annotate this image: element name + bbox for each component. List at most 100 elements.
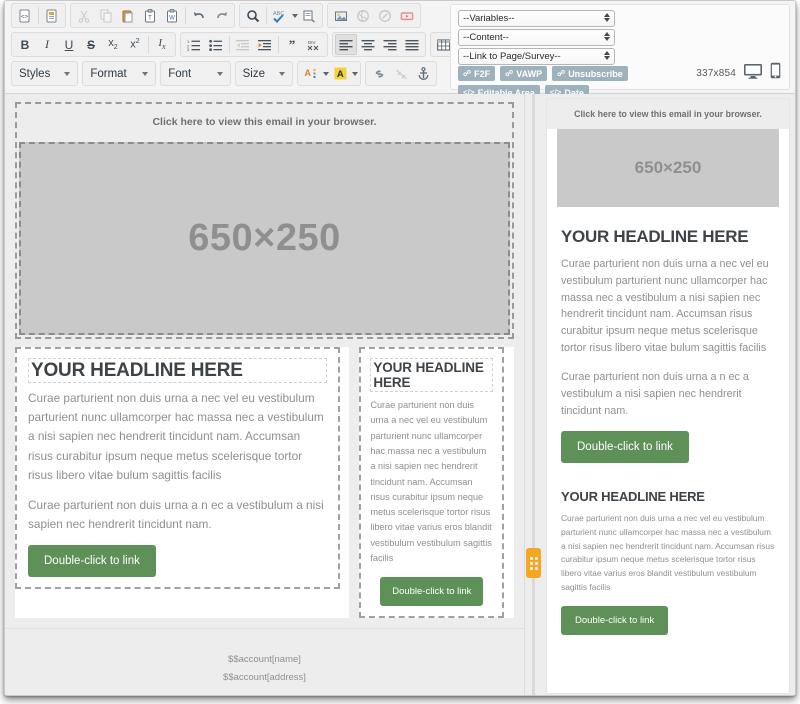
blockquote-button[interactable]: ” — [281, 34, 303, 55]
font-select-label: Font — [168, 67, 192, 80]
spellcheck-icon[interactable]: ABC — [269, 5, 291, 26]
chevron-down-icon — [279, 71, 285, 76]
chip-unsubscribe[interactable]: ☍ Unsubscribe — [552, 66, 628, 81]
toolbar-group-tools: ABC — [239, 3, 323, 28]
numbered-list-button[interactable]: 123 — [183, 34, 205, 55]
undo-icon[interactable] — [188, 5, 210, 26]
main-cta-button[interactable]: Double-click to link — [28, 545, 156, 578]
insert-iframe-icon[interactable] — [374, 5, 396, 26]
footer-account-name: $$account[name] — [228, 654, 301, 666]
templates-icon[interactable] — [41, 5, 63, 26]
chip-f2f-label: F2F — [474, 68, 491, 79]
svg-text:3: 3 — [187, 47, 190, 51]
link-to-page-select[interactable]: --Link to Page/Survey-- — [458, 48, 615, 65]
mobile-icon[interactable] — [770, 62, 781, 84]
link-to-page-select-value: --Link to Page/Survey-- — [463, 51, 561, 62]
side-cta-button[interactable]: Double-click to link — [380, 577, 484, 607]
indent-button[interactable] — [254, 34, 276, 55]
format-select[interactable]: Format — [82, 61, 157, 86]
preheader-text[interactable]: Click here to view this email in your br… — [17, 104, 512, 142]
preview-cta-1: Double-click to link — [561, 431, 689, 464]
email-editor-window: <> T W ABC B I U S x2 x2 Ix 1 2 3 ” DIV … — [4, 0, 796, 696]
chip-unsubscribe-label: Unsubscribe — [568, 68, 623, 79]
main-paragraph-1[interactable]: Curae parturient non duis urna a nec vel… — [28, 389, 327, 485]
spinner-arrows-icon — [604, 51, 610, 60]
size-select[interactable]: Size — [234, 61, 293, 86]
remove-format-button[interactable]: Ix — [151, 34, 173, 55]
main-column[interactable]: YOUR HEADLINE HERE Curae parturient non … — [15, 347, 340, 590]
copy-icon[interactable] — [95, 5, 117, 26]
preview-preheader: Click here to view this email in your br… — [547, 99, 789, 129]
grip-dots-icon — [529, 556, 538, 570]
chevron-down-icon[interactable] — [352, 71, 358, 76]
mobile-preview-pane: Click here to view this email in your br… — [542, 94, 795, 695]
email-body-container: Click here to view this email in your br… — [15, 102, 514, 339]
italic-button[interactable]: I — [36, 34, 58, 55]
preview-hero-image: 650×250 — [557, 129, 779, 207]
search-icon[interactable] — [242, 5, 264, 26]
text-color-button[interactable]: A — [300, 63, 322, 84]
format-select-label: Format — [90, 67, 127, 80]
preview-paragraph-1: Curae parturient non duis urna a nec vel… — [561, 258, 769, 355]
splitter-grip[interactable] — [526, 548, 541, 578]
toolbar-group-colors: A A — [297, 61, 361, 86]
email-footer[interactable]: $$account[name] $$account[address] — [5, 628, 524, 695]
paste-icon[interactable] — [117, 5, 139, 26]
variables-select-row: --Variables-- — [458, 10, 615, 27]
align-center-button[interactable] — [357, 34, 379, 55]
wysiwyg-editor-pane[interactable]: Click here to view this email in your br… — [5, 94, 525, 695]
link-button[interactable] — [368, 63, 390, 84]
main-paragraph-2[interactable]: Curae parturient non duis urna a n ec a … — [28, 496, 327, 534]
insert-youtube-icon[interactable] — [396, 5, 418, 26]
link-icon: ☍ — [557, 69, 566, 78]
toolbar-divider — [148, 36, 149, 53]
redo-icon[interactable] — [210, 5, 232, 26]
underline-button[interactable]: U — [58, 34, 80, 55]
insert-flash-icon[interactable] — [352, 5, 374, 26]
side-headline[interactable]: YOUR HEADLINE HERE — [370, 358, 494, 393]
footer-account-address: $$account[address] — [223, 672, 306, 684]
insert-image-icon[interactable] — [330, 5, 352, 26]
source-icon[interactable]: <> — [14, 5, 36, 26]
toolbar-row-1: <> T W ABC — [7, 1, 437, 30]
bulleted-list-button[interactable] — [205, 34, 227, 55]
content-select[interactable]: --Content-- — [458, 29, 615, 46]
link-icon: ☍ — [463, 69, 472, 78]
background-color-button[interactable]: A — [329, 63, 351, 84]
create-div-button[interactable]: DIV — [303, 34, 325, 55]
variables-select[interactable]: --Variables-- — [458, 10, 615, 27]
cut-icon[interactable] — [73, 5, 95, 26]
side-column[interactable]: YOUR HEADLINE HERE Curae parturient non … — [359, 347, 505, 619]
select-all-icon[interactable] — [298, 5, 320, 26]
align-right-button[interactable] — [379, 34, 401, 55]
chip-vawp[interactable]: ☍ VAWP — [500, 66, 548, 81]
preview-cta-2: Double-click to link — [561, 606, 669, 636]
side-paragraph[interactable]: Curae parturient non duis urna a nec vel… — [370, 398, 493, 566]
content-select-row: --Content-- — [458, 29, 615, 46]
subscript-button[interactable]: x2 — [102, 34, 124, 55]
outdent-button[interactable] — [232, 34, 254, 55]
svg-text:A: A — [336, 69, 343, 80]
strikethrough-button[interactable]: S — [80, 34, 102, 55]
align-left-button[interactable] — [335, 34, 357, 55]
bold-button[interactable]: B — [14, 34, 36, 55]
preview-section-2: YOUR HEADLINE HERE Curae parturient non … — [547, 467, 789, 640]
editor-toolbar: <> T W ABC B I U S x2 x2 Ix 1 2 3 ” DIV … — [5, 1, 795, 100]
preview-headline-1: YOUR HEADLINE HERE — [561, 227, 749, 246]
align-justify-button[interactable] — [401, 34, 423, 55]
variables-select-value: --Variables-- — [463, 13, 515, 24]
styles-select[interactable]: Styles — [11, 61, 79, 86]
chip-row-1: ☍ F2F ☍ VAWP ☍ Unsubscribe — [458, 66, 628, 81]
hero-image-placeholder[interactable]: 650×250 — [19, 142, 510, 335]
font-select[interactable]: Font — [160, 61, 231, 86]
anchor-button[interactable] — [412, 63, 434, 84]
desktop-icon[interactable] — [743, 63, 763, 84]
toolbar-group-clipboard: T W — [70, 3, 235, 28]
unlink-button[interactable] — [390, 63, 412, 84]
superscript-button[interactable]: x2 — [124, 34, 146, 55]
paste-word-icon[interactable]: W — [161, 5, 183, 26]
main-headline[interactable]: YOUR HEADLINE HERE — [28, 358, 327, 384]
pane-splitter[interactable] — [525, 94, 542, 695]
paste-text-icon[interactable]: T — [139, 5, 161, 26]
chip-f2f[interactable]: ☍ F2F — [458, 66, 496, 81]
